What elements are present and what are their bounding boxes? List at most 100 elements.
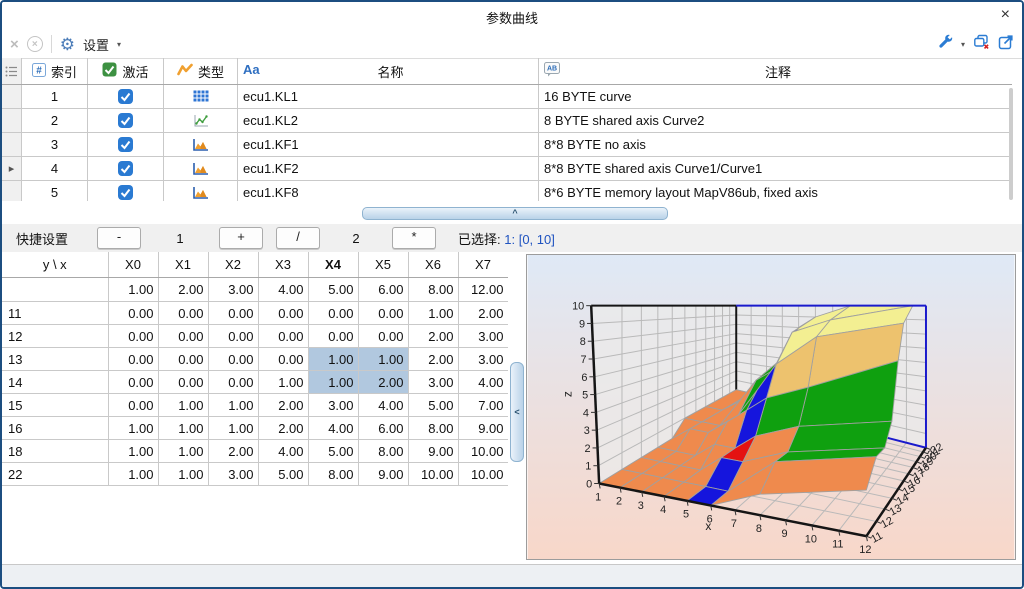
comment-cell[interactable]: 8*8 BYTE no axis xyxy=(539,133,1012,156)
grid-cell[interactable]: 4.00 xyxy=(308,417,358,440)
name-cell[interactable]: ecu1.KF1 xyxy=(238,133,539,156)
name-cell[interactable]: ecu1.KF2 xyxy=(238,157,539,180)
gear-icon[interactable]: ⚙ xyxy=(60,36,75,53)
grid-cell[interactable]: 4.00 xyxy=(458,371,508,394)
grid-cell[interactable]: 1.00 xyxy=(108,417,158,440)
active-checkbox[interactable] xyxy=(88,109,164,132)
grid-cell[interactable]: 3.00 xyxy=(308,394,358,417)
name-cell[interactable]: ecu1.KL2 xyxy=(238,109,539,132)
grid-cell[interactable]: 2.00 xyxy=(458,302,508,325)
x-axis-value[interactable]: 5.00 xyxy=(308,278,358,302)
grid-column-header[interactable]: X0 xyxy=(108,252,158,278)
grid-cell[interactable]: 9.00 xyxy=(358,463,408,486)
decrement-button[interactable]: - xyxy=(97,227,141,249)
grid-cell[interactable]: 1.00 xyxy=(158,417,208,440)
grid-column-header[interactable]: X7 xyxy=(458,252,508,278)
grid-cell[interactable]: 0.00 xyxy=(108,394,158,417)
x-axis-value[interactable]: 1.00 xyxy=(108,278,158,302)
divide-button[interactable]: / xyxy=(276,227,320,249)
grid-cell[interactable]: 1.00 xyxy=(308,371,358,394)
column-header-name[interactable]: Aa 名称 xyxy=(238,58,539,84)
name-cell[interactable]: ecu1.KL1 xyxy=(238,85,539,108)
grid-cell[interactable]: 10.00 xyxy=(458,440,508,463)
grid-cell[interactable]: 1.00 xyxy=(208,394,258,417)
grid-cell[interactable]: 1.00 xyxy=(158,463,208,486)
grid-cell[interactable]: 0.00 xyxy=(208,302,258,325)
column-header-index[interactable]: # 索引 xyxy=(22,58,88,84)
curve-row[interactable]: 2 ecu1.KL2 8 BYTE shared axis Curve2 xyxy=(2,109,1012,133)
grid-column-header[interactable]: X1 xyxy=(158,252,208,278)
grid-cell[interactable]: 5.00 xyxy=(408,394,458,417)
grid-cell[interactable]: 1.00 xyxy=(258,371,308,394)
increment-button[interactable]: + xyxy=(219,227,263,249)
grid-cell[interactable]: 0.00 xyxy=(308,325,358,348)
grid-cell[interactable]: 0.00 xyxy=(158,325,208,348)
column-header-active[interactable]: 激活 xyxy=(88,58,164,84)
grid-cell[interactable]: 1.00 xyxy=(358,348,408,371)
x-axis-value[interactable]: 3.00 xyxy=(208,278,258,302)
grid-cell[interactable]: 8.00 xyxy=(358,440,408,463)
grid-cell[interactable]: 0.00 xyxy=(358,302,408,325)
grid-cell[interactable]: 2.00 xyxy=(258,417,308,440)
grid-cell[interactable]: 0.00 xyxy=(358,325,408,348)
curve-row[interactable]: 3 ecu1.KF1 8*8 BYTE no axis xyxy=(2,133,1012,157)
row-menu-icon[interactable] xyxy=(2,58,22,84)
x-axis-value[interactable]: 4.00 xyxy=(258,278,308,302)
y-row-header[interactable]: 18 xyxy=(2,440,108,463)
active-checkbox[interactable] xyxy=(88,133,164,156)
grid-cell[interactable]: 10.00 xyxy=(458,463,508,486)
grid-cell[interactable]: 0.00 xyxy=(158,371,208,394)
comment-cell[interactable]: 16 BYTE curve xyxy=(539,85,1012,108)
curve-row[interactable]: ▸ 4 ecu1.KF2 8*8 BYTE shared axis Curve1… xyxy=(2,157,1012,181)
grid-cell[interactable]: 2.00 xyxy=(208,440,258,463)
grid-cell[interactable]: 8.00 xyxy=(308,463,358,486)
grid-cell[interactable]: 2.00 xyxy=(258,394,308,417)
y-row-header[interactable]: 16 xyxy=(2,417,108,440)
grid-cell[interactable]: 0.00 xyxy=(258,325,308,348)
grid-cell[interactable]: 6.00 xyxy=(358,417,408,440)
grid-cell[interactable]: 1.00 xyxy=(208,417,258,440)
grid-cell[interactable]: 2.00 xyxy=(358,371,408,394)
grid-cell[interactable]: 0.00 xyxy=(108,325,158,348)
close-icon[interactable]: × xyxy=(1001,6,1010,24)
y-row-header[interactable]: 14 xyxy=(2,371,108,394)
grid-cell[interactable]: 2.00 xyxy=(408,348,458,371)
wrench-icon[interactable] xyxy=(937,34,953,55)
grid-cell[interactable]: 5.00 xyxy=(308,440,358,463)
column-header-type[interactable]: 类型 xyxy=(164,58,238,84)
grid-cell[interactable]: 0.00 xyxy=(158,348,208,371)
curve-row[interactable]: 1 ecu1.KL1 16 BYTE curve xyxy=(2,85,1012,109)
grid-cell[interactable]: 7.00 xyxy=(458,394,508,417)
y-row-header[interactable]: 11 xyxy=(2,302,108,325)
grid-cell[interactable]: 1.00 xyxy=(408,302,458,325)
grid-column-header[interactable]: X5 xyxy=(358,252,408,278)
title-bar[interactable]: 参数曲线 × xyxy=(2,2,1022,30)
y-row-header[interactable]: 22 xyxy=(2,463,108,486)
grid-cell[interactable]: 0.00 xyxy=(208,348,258,371)
clear-icon[interactable]: × xyxy=(10,36,19,53)
grid-cell[interactable]: 0.00 xyxy=(208,325,258,348)
grid-cell[interactable]: 5.00 xyxy=(258,463,308,486)
grid-cell[interactable]: 1.00 xyxy=(158,440,208,463)
grid-cell[interactable]: 0.00 xyxy=(108,371,158,394)
active-checkbox[interactable] xyxy=(88,85,164,108)
grid-cell[interactable]: 0.00 xyxy=(108,302,158,325)
x-axis-value[interactable]: 6.00 xyxy=(358,278,408,302)
grid-cell[interactable]: 9.00 xyxy=(408,440,458,463)
multiply-button[interactable]: * xyxy=(392,227,436,249)
grid-cell[interactable]: 4.00 xyxy=(358,394,408,417)
grid-cell[interactable]: 10.00 xyxy=(408,463,458,486)
x-axis-value[interactable]: 12.00 xyxy=(458,278,508,302)
horizontal-splitter-handle[interactable]: ^ xyxy=(362,207,668,220)
y-row-header[interactable]: 15 xyxy=(2,394,108,417)
grid-cell[interactable]: 0.00 xyxy=(208,371,258,394)
column-header-comment[interactable]: AB 注释 xyxy=(539,58,1012,84)
grid-column-header[interactable]: X3 xyxy=(258,252,308,278)
grid-cell[interactable]: 1.00 xyxy=(158,394,208,417)
grid-cell[interactable]: 0.00 xyxy=(258,348,308,371)
surface-plot[interactable]: 1234567891011121112131415161718192021220… xyxy=(527,255,1015,559)
comment-cell[interactable]: 8*8 BYTE shared axis Curve1/Curve1 xyxy=(539,157,1012,180)
open-external-icon[interactable] xyxy=(998,34,1014,55)
y-row-header[interactable]: 12 xyxy=(2,325,108,348)
x-axis-value[interactable]: 8.00 xyxy=(408,278,458,302)
